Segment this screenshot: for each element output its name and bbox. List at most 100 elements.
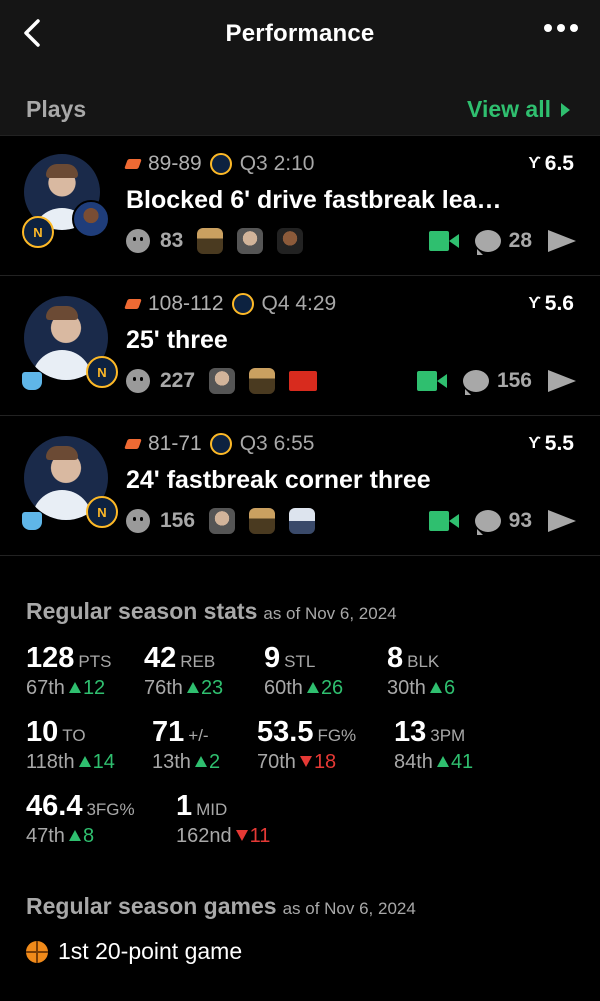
play-rating: ϒ 5.6 <box>528 292 574 316</box>
smile-icon <box>126 509 150 533</box>
nuggets-logo-icon: N <box>86 496 118 528</box>
arrow-down-icon <box>299 756 312 767</box>
comment-count: 156 <box>496 369 532 392</box>
rating-icon: ϒ <box>528 435 541 452</box>
stat-change: 8 <box>82 825 95 847</box>
rating-value: 5.6 <box>544 292 574 315</box>
stat-blk[interactable]: 8 BLK 30th 6 <box>387 642 455 700</box>
stats-section-label: Regular season stats <box>26 598 258 624</box>
play-clock: Q4 4:29 <box>261 292 337 315</box>
stat-rank: 67th <box>26 677 65 699</box>
reactions[interactable]: 227 <box>126 368 318 394</box>
stat-reb[interactable]: 42 REB 76th 23 <box>144 642 223 700</box>
arrow-up-icon <box>78 756 91 767</box>
stat-rank: 162nd <box>176 825 232 847</box>
play-title: 24' fastbreak corner three <box>126 466 431 494</box>
china-flag-icon <box>289 371 318 391</box>
games-as-of: as of Nov 6, 2024 <box>282 899 416 918</box>
thunder-logo-icon <box>124 159 142 169</box>
arrow-up-icon <box>186 682 199 693</box>
play-score: 81-71 <box>148 432 202 455</box>
stat-stl[interactable]: 9 STL 60th 26 <box>264 642 343 700</box>
reactions[interactable]: 156 <box>126 508 316 534</box>
stat-unit: 3PM <box>430 726 466 745</box>
stat-change: 23 <box>200 677 224 699</box>
play-actions: 156 <box>416 369 576 395</box>
reaction-emoji <box>237 228 264 254</box>
comments-button[interactable]: 93 <box>474 509 532 535</box>
more-options-icon[interactable] <box>544 24 578 32</box>
stat-value: 42 <box>144 642 177 674</box>
stat-rank: 84th <box>394 751 433 773</box>
arrow-down-icon <box>235 830 248 841</box>
reaction-count: 83 <box>160 229 184 252</box>
arrow-up-icon <box>68 830 81 841</box>
play-actions: 28 <box>428 229 576 255</box>
comments-button[interactable]: 156 <box>462 369 532 395</box>
smile-icon <box>126 369 150 393</box>
share-icon[interactable] <box>548 510 576 532</box>
rating-icon: ϒ <box>528 295 541 312</box>
smile-icon <box>126 229 150 253</box>
stat-rank: 76th <box>144 677 183 699</box>
view-all-label: View all <box>467 96 551 122</box>
reaction-emoji <box>197 228 224 254</box>
stat-rank: 30th <box>387 677 426 699</box>
video-icon[interactable] <box>428 231 459 251</box>
stat-to[interactable]: 10 TO 118th 14 <box>26 716 115 774</box>
stat-3fg-pct[interactable]: 46.4 3FG% 47th 8 <box>26 790 135 848</box>
stat-plus-minus[interactable]: 71 +/- 13th 2 <box>152 716 220 774</box>
rating-value: 5.5 <box>544 432 574 455</box>
stat-pts[interactable]: 128 PTS 67th 12 <box>26 642 111 700</box>
play-clock: Q3 2:10 <box>239 152 315 175</box>
stat-change: 18 <box>313 751 337 773</box>
play-meta: 108-112 Q4 4:29 <box>124 292 337 316</box>
comments-button[interactable]: 28 <box>474 229 532 255</box>
chevron-right-icon <box>561 102 570 117</box>
stats-as-of: as of Nov 6, 2024 <box>263 604 397 623</box>
arrow-up-icon <box>429 682 442 693</box>
stat-mid[interactable]: 1 MID 162nd 11 <box>176 790 270 848</box>
stat-3pm[interactable]: 13 3PM 84th 41 <box>394 716 473 774</box>
video-icon[interactable] <box>416 371 447 391</box>
nuggets-logo-icon: N <box>22 216 54 248</box>
reaction-emoji <box>277 228 304 254</box>
video-icon[interactable] <box>428 511 459 531</box>
rating-icon: ϒ <box>528 155 541 172</box>
play-score: 89-89 <box>148 152 202 175</box>
reactions[interactable]: 83 <box>126 228 304 254</box>
reaction-count: 156 <box>160 509 196 532</box>
arrow-up-icon <box>436 756 449 767</box>
view-all-button[interactable]: View all <box>467 96 570 123</box>
arrow-up-icon <box>68 682 81 693</box>
stats-section-title: Regular season stats as of Nov 6, 2024 <box>26 598 397 625</box>
comment-count: 93 <box>508 509 532 532</box>
play-title: 25' three <box>126 326 228 354</box>
stat-rank: 13th <box>152 751 191 773</box>
reaction-emoji <box>209 508 236 534</box>
stat-change: 26 <box>320 677 344 699</box>
page-title: Performance <box>225 19 375 47</box>
stat-fg-pct[interactable]: 53.5 FG% 70th 18 <box>257 716 356 774</box>
stat-unit: REB <box>180 652 216 671</box>
stat-value: 128 <box>26 642 75 674</box>
back-chevron-icon[interactable] <box>20 18 44 48</box>
play-rating: ϒ 5.5 <box>528 432 574 456</box>
stat-value: 13 <box>394 716 427 748</box>
stat-unit: TO <box>62 726 86 745</box>
play-actions: 93 <box>428 509 576 535</box>
play-item[interactable]: N 108-112 Q4 4:29 ϒ 5.6 25' three 227 156 <box>0 275 600 415</box>
play-item[interactable]: N 89-89 Q3 2:10 ϒ 6.5 Blocked 6' drive fa… <box>0 135 600 275</box>
stat-unit: +/- <box>188 726 209 745</box>
share-icon[interactable] <box>548 230 576 252</box>
stat-unit: STL <box>284 652 316 671</box>
nuggets-logo-icon <box>209 433 232 455</box>
play-item[interactable]: N 81-71 Q3 6:55 ϒ 5.5 24' fastbreak corne… <box>0 415 600 556</box>
stat-value: 8 <box>387 642 404 674</box>
thunder-logo-icon <box>124 299 142 309</box>
game-milestone[interactable]: 1st 20-point game <box>26 938 242 965</box>
share-icon[interactable] <box>548 370 576 392</box>
stat-value: 10 <box>26 716 59 748</box>
games-section-title: Regular season games as of Nov 6, 2024 <box>26 893 416 920</box>
stat-change: 14 <box>92 751 115 773</box>
